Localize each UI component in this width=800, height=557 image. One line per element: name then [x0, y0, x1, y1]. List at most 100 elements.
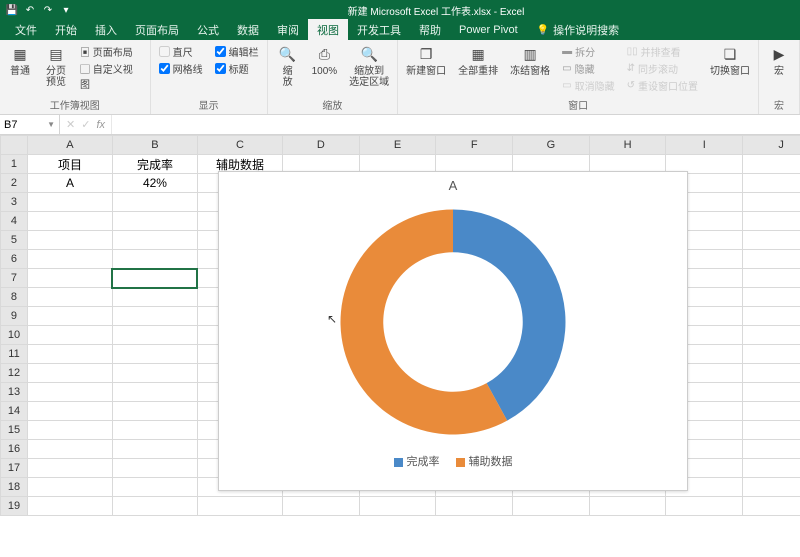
cell[interactable] [743, 155, 800, 174]
legend-item[interactable]: 辅助数据 [456, 453, 513, 469]
cell[interactable] [112, 421, 197, 440]
cell[interactable] [112, 193, 197, 212]
cell[interactable] [27, 459, 112, 478]
tab-home[interactable]: 开始 [46, 19, 86, 41]
cell[interactable]: 完成率 [112, 155, 197, 174]
headings-checkbox[interactable]: 标题 [215, 61, 259, 76]
enter-icon[interactable]: ✓ [81, 118, 90, 131]
fx-icon[interactable]: fx [96, 119, 105, 131]
col-header[interactable]: G [513, 136, 590, 155]
tab-powerpivot[interactable]: Power Pivot [450, 21, 527, 39]
freeze-panes-button[interactable]: ▥冻结窗格 [506, 42, 554, 79]
save-icon[interactable]: 💾 [6, 5, 18, 16]
cell[interactable] [112, 497, 197, 516]
cell[interactable] [743, 421, 800, 440]
chart-legend[interactable]: 完成率 辅助数据 [219, 447, 687, 475]
cell[interactable] [112, 459, 197, 478]
cell[interactable] [112, 250, 197, 269]
cell[interactable] [743, 345, 800, 364]
cell[interactable] [27, 383, 112, 402]
formulabar-checkbox[interactable]: 编辑栏 [215, 44, 259, 59]
cell[interactable] [743, 174, 800, 193]
cell[interactable] [112, 231, 197, 250]
row-header[interactable]: 1 [1, 155, 28, 174]
cell[interactable] [282, 497, 359, 516]
cell[interactable] [743, 307, 800, 326]
row-header[interactable]: 5 [1, 231, 28, 250]
col-header[interactable]: C [197, 136, 282, 155]
cell[interactable] [27, 231, 112, 250]
cell[interactable] [112, 345, 197, 364]
cell[interactable]: 42% [112, 174, 197, 193]
macros-button[interactable]: ▶宏 [763, 42, 795, 79]
pagebreak-preview-button[interactable]: ▤ 分页 预览 [40, 42, 72, 90]
tab-file[interactable]: 文件 [6, 19, 46, 41]
row-header[interactable]: 16 [1, 440, 28, 459]
cell[interactable] [666, 497, 743, 516]
cell[interactable] [27, 250, 112, 269]
select-all-corner[interactable] [1, 136, 28, 155]
cell[interactable] [112, 364, 197, 383]
cell[interactable] [359, 497, 436, 516]
cell[interactable] [743, 250, 800, 269]
zoom-100-button[interactable]: ⎙100% [308, 42, 342, 79]
cell[interactable] [27, 269, 112, 288]
cell[interactable] [589, 497, 666, 516]
cell[interactable] [112, 326, 197, 345]
tab-data[interactable]: 数据 [228, 19, 268, 41]
qat-more-icon[interactable]: ▾ [60, 5, 72, 16]
cell[interactable] [743, 402, 800, 421]
cell[interactable] [27, 440, 112, 459]
tab-help[interactable]: 帮助 [410, 19, 450, 41]
cell[interactable] [743, 212, 800, 231]
col-header[interactable]: B [112, 136, 197, 155]
cell[interactable] [743, 440, 800, 459]
cell[interactable] [27, 288, 112, 307]
hide-button[interactable]: ▭隐藏 [562, 61, 614, 76]
row-header[interactable]: 13 [1, 383, 28, 402]
side-by-side-button[interactable]: ▯▯并排查看 [627, 44, 698, 59]
cell[interactable] [27, 402, 112, 421]
worksheet[interactable]: A B C D E F G H I J 1项目完成率辅助数据2A42%58%34… [0, 135, 800, 557]
row-header[interactable]: 18 [1, 478, 28, 497]
arrange-all-button[interactable]: ▦全部重排 [454, 42, 502, 79]
row-header[interactable]: 10 [1, 326, 28, 345]
tab-view[interactable]: 视图 [308, 19, 348, 41]
cell[interactable] [197, 497, 282, 516]
zoom-selection-button[interactable]: 🔍缩放到 选定区域 [345, 42, 393, 90]
cell[interactable] [513, 497, 590, 516]
col-header[interactable]: H [589, 136, 666, 155]
cell[interactable]: A [27, 174, 112, 193]
name-box-dropdown-icon[interactable]: ▼ [47, 120, 55, 129]
gridlines-checkbox[interactable]: 网格线 [159, 61, 203, 76]
tab-developer[interactable]: 开发工具 [348, 19, 410, 41]
cell[interactable] [112, 307, 197, 326]
tab-formulas[interactable]: 公式 [188, 19, 228, 41]
cell[interactable]: 项目 [27, 155, 112, 174]
split-button[interactable]: ▬拆分 [562, 44, 614, 59]
col-header[interactable]: F [436, 136, 513, 155]
row-header[interactable]: 4 [1, 212, 28, 231]
redo-icon[interactable]: ↷ [42, 5, 54, 16]
cell[interactable] [112, 478, 197, 497]
cell[interactable] [743, 288, 800, 307]
col-header[interactable]: I [666, 136, 743, 155]
cell[interactable] [743, 364, 800, 383]
cell[interactable] [743, 383, 800, 402]
col-header[interactable]: A [27, 136, 112, 155]
cell[interactable] [27, 326, 112, 345]
cell[interactable] [112, 212, 197, 231]
row-header[interactable]: 8 [1, 288, 28, 307]
cell[interactable] [27, 421, 112, 440]
tab-review[interactable]: 审阅 [268, 19, 308, 41]
zoom-button[interactable]: 🔍缩 放 [272, 42, 304, 90]
reset-window-button[interactable]: ↺重设窗口位置 [627, 78, 698, 93]
cell[interactable] [27, 497, 112, 516]
pagelayout-view-button[interactable]: ▣ 页面布局 [80, 44, 142, 59]
normal-view-button[interactable]: ▦ 普通 [4, 42, 36, 79]
chart-title[interactable]: A [219, 172, 687, 193]
chart-slice[interactable] [453, 210, 566, 421]
tell-me-search[interactable]: 💡 操作说明搜索 [527, 22, 619, 38]
cell[interactable] [743, 497, 800, 516]
sync-scroll-button[interactable]: ⇵同步滚动 [627, 61, 698, 76]
